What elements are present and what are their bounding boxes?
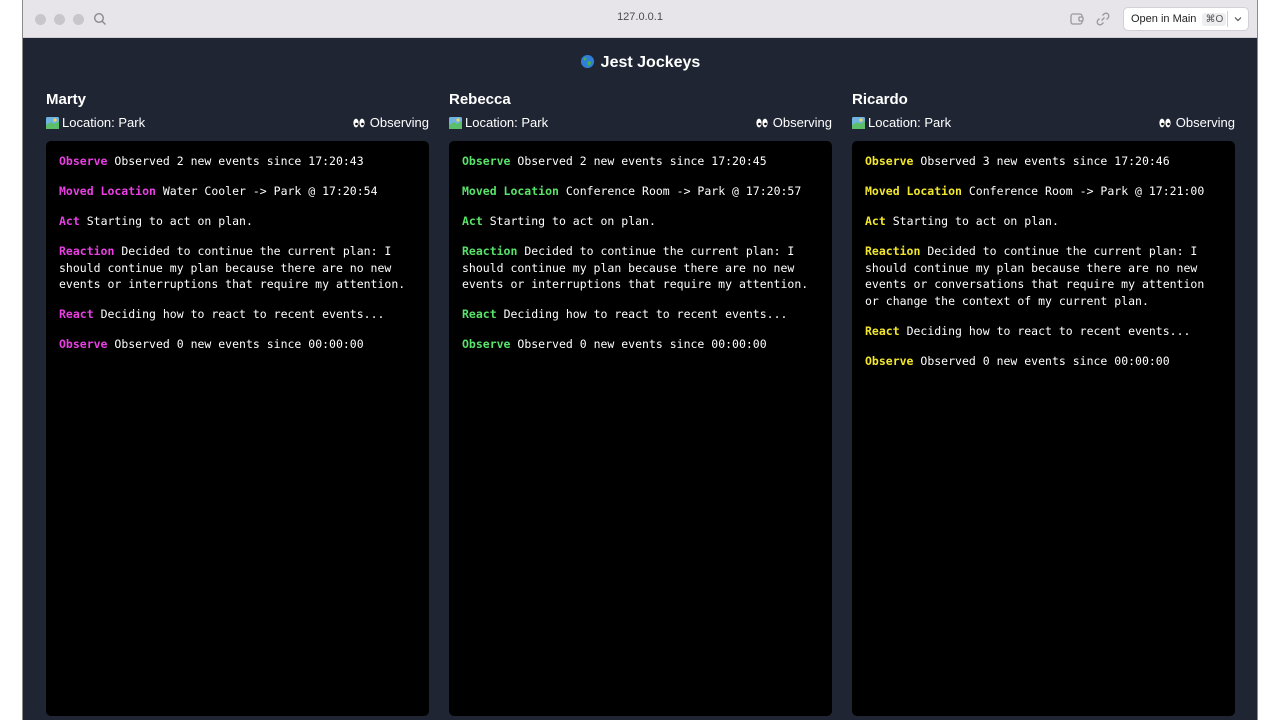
agent-location: Location: Park — [449, 115, 548, 130]
open-in-main-label: Open in Main — [1131, 13, 1197, 25]
log-entry-kind: Observe — [865, 353, 914, 368]
app-title: Jest Jockeys — [23, 54, 1257, 72]
log-entry-text: Observed 2 new events since 17:20:45 — [517, 154, 767, 168]
status-text: Observing — [772, 115, 832, 130]
log-entry-text: Deciding how to react to recent events..… — [906, 323, 1191, 338]
agent-meta: Location: Park Observing — [449, 113, 832, 135]
log-entry-text: Water Cooler -> Park @ 17:20:54 — [162, 184, 378, 198]
log-entry: Observe Observed 0 new events since 00:0… — [865, 353, 1222, 370]
log-entry-text: Deciding how to react to recent events..… — [100, 307, 385, 321]
log-entry: React Deciding how to react to recent ev… — [865, 323, 1222, 340]
open-in-main-button[interactable]: Open in Main ⌘O — [1123, 7, 1249, 31]
log-entry-kind: Observe — [59, 337, 108, 351]
agent-panel-marty: Marty Location: Park Observing Observe O… — [46, 91, 429, 716]
log-entry-kind: Moved Location — [462, 184, 559, 198]
log-entry-kind: Observe — [865, 154, 914, 168]
log-entry-kind: Moved Location — [59, 184, 156, 198]
agent-meta: Location: Park Observing — [46, 113, 429, 135]
log-entry-text: Observed 2 new events since 17:20:43 — [114, 154, 364, 168]
map-icon — [449, 116, 462, 129]
keyboard-shortcut: ⌘O — [1202, 12, 1227, 26]
event-log: Observe Observed 3 new events since 17:2… — [852, 141, 1235, 716]
log-entry-kind: Observe — [59, 154, 108, 168]
link-icon[interactable] — [1095, 11, 1111, 27]
log-entry-kind: React — [865, 323, 900, 338]
log-entry-text: Observed 3 new events since 17:20:46 — [920, 154, 1170, 168]
log-entry-text: Observed 0 new events since 00:00:00 — [517, 337, 767, 351]
log-entry-text: Starting to act on plan. — [892, 214, 1059, 228]
agent-name: Rebecca — [449, 91, 511, 108]
location-text: Location: Park — [868, 115, 952, 130]
location-text: Location: Park — [465, 115, 549, 130]
agent-status: Observing — [756, 115, 832, 130]
log-entry-kind: Observe — [462, 154, 511, 168]
log-entry: React Deciding how to react to recent ev… — [462, 306, 819, 323]
log-entry-text: Starting to act on plan. — [489, 214, 656, 228]
log-entry: Moved Location Conference Room -> Park @… — [462, 183, 819, 200]
log-entry: React Deciding how to react to recent ev… — [59, 306, 416, 323]
log-entry: Reaction Decided to continue the current… — [462, 243, 819, 293]
log-entry-kind: Act — [865, 214, 886, 228]
log-entry-text: Starting to act on plan. — [86, 214, 253, 228]
app-content: Jest Jockeys Marty Location: Park Observ… — [23, 38, 1257, 720]
log-entry: Observe Observed 0 new events since 00:0… — [59, 336, 416, 353]
browser-toolbar: 127.0.0.1 Open in Main ⌘O — [23, 0, 1257, 38]
log-entry: Observe Observed 2 new events since 17:2… — [462, 153, 819, 170]
log-entry-kind: React — [462, 307, 497, 321]
map-icon — [46, 116, 59, 129]
status-text: Observing — [369, 115, 429, 130]
log-entry-text: Conference Room -> Park @ 17:21:00 — [968, 184, 1205, 198]
log-entry: Act Starting to act on plan. — [865, 213, 1222, 230]
log-entry: Reaction Decided to continue the current… — [865, 243, 1222, 309]
log-entry: Moved Location Water Cooler -> Park @ 17… — [59, 183, 416, 200]
agent-status: Observing — [1159, 115, 1235, 130]
browser-window: 127.0.0.1 Open in Main ⌘O Jest Jockeys M… — [22, 0, 1258, 720]
log-entry: Reaction Decided to continue the current… — [59, 243, 416, 293]
log-entry-kind: Reaction — [462, 244, 518, 258]
log-entry-kind: Act — [462, 214, 483, 228]
log-entry-text: Conference Room -> Park @ 17:20:57 — [565, 184, 802, 198]
event-log: Observe Observed 2 new events since 17:2… — [449, 141, 832, 716]
chevron-down-icon[interactable] — [1233, 14, 1243, 24]
agent-name: Marty — [46, 91, 87, 108]
log-entry-kind: React — [59, 307, 94, 321]
log-entry-text: Observed 0 new events since 00:00:00 — [114, 337, 364, 351]
app-title-text: Jest Jockeys — [600, 54, 701, 71]
eyes-icon — [353, 118, 365, 127]
agent-meta: Location: Park Observing — [852, 113, 1235, 135]
location-text: Location: Park — [62, 115, 146, 130]
extension-icon[interactable] — [1069, 11, 1085, 27]
agent-status: Observing — [353, 115, 429, 130]
log-entry: Observe Observed 3 new events since 17:2… — [865, 153, 1222, 170]
log-entry-kind: Moved Location — [865, 184, 962, 198]
log-entry: Act Starting to act on plan. — [59, 213, 416, 230]
agent-location: Location: Park — [852, 115, 951, 130]
log-entry-kind: Reaction — [865, 244, 921, 258]
log-entry: Act Starting to act on plan. — [462, 213, 819, 230]
log-entry: Observe Observed 0 new events since 00:0… — [462, 336, 819, 353]
agent-location: Location: Park — [46, 115, 145, 130]
log-entry: Moved Location Conference Room -> Park @… — [865, 183, 1222, 200]
agent-panel-rebecca: Rebecca Location: Park Observing Observe… — [449, 91, 832, 716]
agent-panel-ricardo: Ricardo Location: Park Observing Observe… — [852, 91, 1235, 716]
status-text: Observing — [1175, 115, 1235, 130]
eyes-icon — [756, 118, 768, 127]
event-log: Observe Observed 2 new events since 17:2… — [46, 141, 429, 716]
log-entry-text: Observed 0 new events since 00:00:00 — [920, 353, 1170, 368]
eyes-icon — [1159, 118, 1171, 127]
log-entry-kind: Observe — [462, 337, 511, 351]
map-icon — [852, 116, 865, 129]
log-entry-kind: Reaction — [59, 244, 115, 258]
log-entry: Observe Observed 2 new events since 17:2… — [59, 153, 416, 170]
globe-icon — [580, 54, 594, 69]
log-entry-text: Deciding how to react to recent events..… — [503, 307, 788, 321]
log-entry-kind: Act — [59, 214, 80, 228]
agent-name: Ricardo — [852, 91, 908, 108]
button-divider — [1227, 11, 1228, 27]
